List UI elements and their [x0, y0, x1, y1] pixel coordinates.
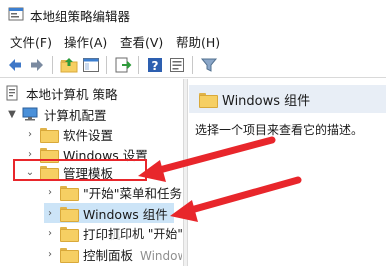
- window-title: 本地组策略编辑器: [30, 9, 131, 24]
- folder-icon: [60, 206, 79, 222]
- menu-help[interactable]: 帮助(H): [176, 32, 220, 51]
- menu-view[interactable]: 查看(V): [120, 32, 163, 51]
- back-arrow-icon[interactable]: [6, 56, 24, 74]
- folder-icon: [60, 226, 79, 242]
- chevron-right-icon[interactable]: ›: [44, 228, 56, 239]
- toolbar-separator: [106, 56, 107, 74]
- tree-item-software-settings[interactable]: › 软件设置: [24, 124, 113, 144]
- tree-label-windows-components: Windows 组件: [83, 206, 168, 222]
- chevron-right-icon[interactable]: ›: [44, 187, 56, 198]
- tree-label-control-panel: 控制面板: [83, 247, 134, 263]
- folder-icon: [60, 247, 79, 263]
- tree-label-computer-config: 计算机配置: [44, 107, 107, 123]
- tree-item-windows-components[interactable]: › Windows 组件: [44, 203, 174, 223]
- forward-arrow-icon[interactable]: [28, 56, 46, 74]
- chevron-right-icon[interactable]: ›: [24, 149, 36, 160]
- tree-label-root: 本地计算机 策略: [26, 86, 118, 102]
- detail-title: Windows 组件: [222, 93, 311, 109]
- folder-up-icon[interactable]: [60, 56, 78, 74]
- folder-icon: [60, 185, 79, 201]
- toolbar-separator: [52, 56, 53, 74]
- pane-splitter[interactable]: [183, 79, 188, 266]
- detail-pane: Windows 组件 选择一个项目来查看它的描述。: [189, 79, 386, 266]
- annotation-highlight-box: [13, 159, 147, 181]
- tree-item-control-panel[interactable]: › 控制面板: [44, 244, 133, 264]
- properties-icon[interactable]: [168, 56, 186, 74]
- filter-icon[interactable]: [200, 56, 218, 74]
- title-bar: 本地组策略编辑器: [0, 0, 386, 28]
- menu-bar: 文件(F) 操作(A) 查看(V) 帮助(H): [0, 30, 386, 50]
- computer-icon: [22, 107, 38, 121]
- chevron-down-icon[interactable]: ▼: [6, 109, 18, 120]
- chevron-right-icon[interactable]: ›: [24, 129, 36, 140]
- drag-ghost-text: Windows 组件: [140, 249, 182, 263]
- menu-action[interactable]: 操作(A): [64, 32, 107, 51]
- toolbar-separator: [138, 56, 139, 74]
- tree-label-software-settings: 软件设置: [63, 127, 114, 143]
- help-icon[interactable]: ?: [146, 56, 164, 74]
- chevron-right-icon[interactable]: ›: [44, 249, 56, 260]
- detail-header: Windows 组件: [189, 85, 386, 113]
- toolbar: ?: [0, 52, 386, 78]
- toolbar-separator: [192, 56, 193, 74]
- folder-icon: [40, 127, 59, 143]
- detail-description: 选择一个项目来查看它的描述。: [195, 123, 364, 137]
- drag-ghost-text: 打印机 "开始"菜单和任务: [108, 225, 182, 242]
- export-list-icon[interactable]: [114, 56, 132, 74]
- menu-file[interactable]: 文件(F): [10, 32, 52, 51]
- policy-editor-app-icon: [8, 7, 24, 21]
- tree-item-root[interactable]: 本地计算机 策略: [4, 83, 117, 103]
- tree-item-start-menu-taskbar[interactable]: › "开始"菜单和任务栏: [44, 182, 182, 202]
- tree-item-computer-config[interactable]: ▼ 计算机配置: [6, 104, 107, 124]
- policy-document-icon: [6, 85, 18, 101]
- tree-label-start-menu-taskbar: "开始"菜单和任务栏: [83, 185, 182, 201]
- show-hide-tree-icon[interactable]: [82, 56, 100, 74]
- svg-text:?: ?: [152, 59, 159, 73]
- chevron-right-icon[interactable]: ›: [44, 208, 56, 219]
- folder-icon: [199, 92, 218, 108]
